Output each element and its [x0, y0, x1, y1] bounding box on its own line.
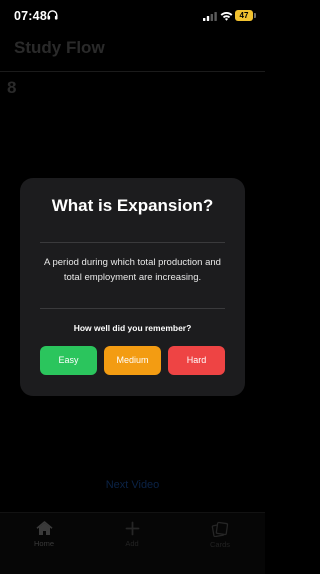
- answer-divider: [40, 308, 225, 309]
- tab-cards[interactable]: Cards: [190, 521, 250, 565]
- recall-prompt: How well did you remember?: [73, 323, 192, 333]
- card-count: 8: [7, 78, 17, 97]
- page-title: Study Flow: [14, 38, 105, 57]
- status-bar: 07:48 47: [0, 0, 265, 34]
- plus-icon: [125, 521, 139, 536]
- headphones-icon: [47, 10, 58, 20]
- cards-icon: [211, 521, 229, 537]
- tab-add-label: Add: [125, 539, 139, 548]
- tab-add[interactable]: Add: [102, 521, 162, 565]
- answer-text: A period during which total production a…: [44, 257, 221, 283]
- question-text: What is Expansion?: [51, 196, 214, 215]
- medium-button[interactable]: Medium: [104, 346, 161, 375]
- home-icon: [35, 521, 53, 535]
- status-time: 07:48: [14, 9, 47, 23]
- tab-home-label: Home: [33, 539, 54, 548]
- tab-bar: Home Add Cards: [0, 512, 265, 574]
- flashcard-modal: What is Expansion? A period during which…: [20, 178, 245, 396]
- hard-button[interactable]: Hard: [168, 346, 225, 375]
- header-divider: [0, 71, 265, 72]
- question-divider: [40, 242, 225, 243]
- cellular-signal-icon: [203, 12, 217, 21]
- battery-cap: [254, 13, 256, 18]
- wifi-icon: [220, 11, 233, 21]
- battery-indicator: 47: [235, 10, 253, 21]
- tab-home[interactable]: Home: [14, 521, 74, 565]
- easy-button[interactable]: Easy: [40, 346, 97, 375]
- next-video-button[interactable]: Next Video: [0, 479, 265, 491]
- app-screen: 07:48 47 Study Flow 8 Next Video Home Ad…: [0, 0, 265, 574]
- tab-cards-label: Cards: [209, 540, 230, 549]
